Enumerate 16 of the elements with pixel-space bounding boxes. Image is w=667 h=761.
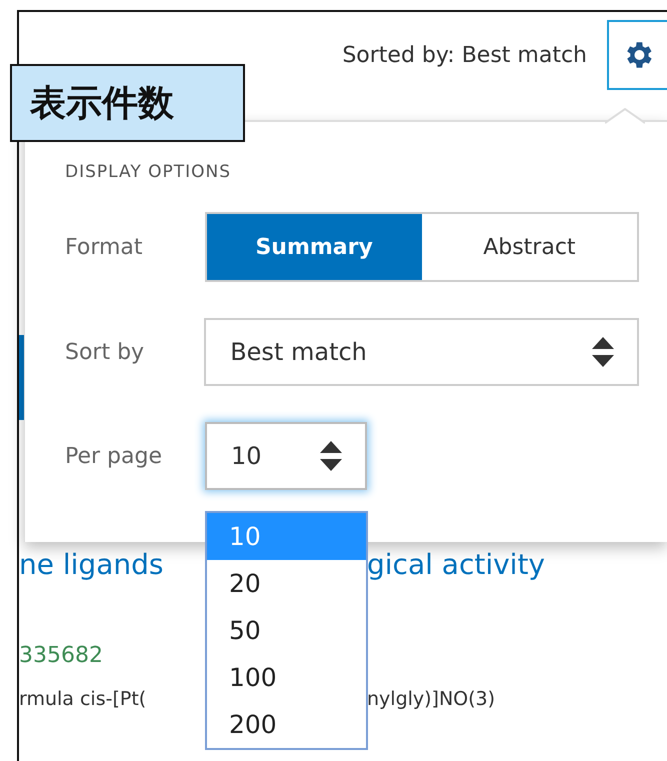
- sort-select[interactable]: Best match: [204, 318, 639, 386]
- per-page-select[interactable]: 10: [205, 422, 367, 490]
- sort-label: Sort by: [65, 340, 146, 364]
- sort-status: Sorted by: Best match: [342, 42, 587, 68]
- snippet-text: rmula cis-[Pt(: [19, 688, 148, 710]
- format-option[interactable]: Summary: [206, 214, 422, 280]
- panel-title: DISPLAY OPTIONS: [65, 162, 232, 182]
- result-title[interactable]: gical activity: [367, 548, 545, 581]
- up-down-icon: [591, 335, 615, 369]
- pmid-text: 335682: [19, 643, 104, 668]
- per-page-label: Per page: [65, 444, 164, 468]
- settings-button[interactable]: [607, 20, 667, 90]
- format-label: Format: [65, 234, 144, 260]
- annotation-label: 表示件数: [10, 64, 245, 142]
- snippet-text: nylgly)]NO(3): [367, 688, 496, 710]
- up-down-icon: [319, 439, 343, 473]
